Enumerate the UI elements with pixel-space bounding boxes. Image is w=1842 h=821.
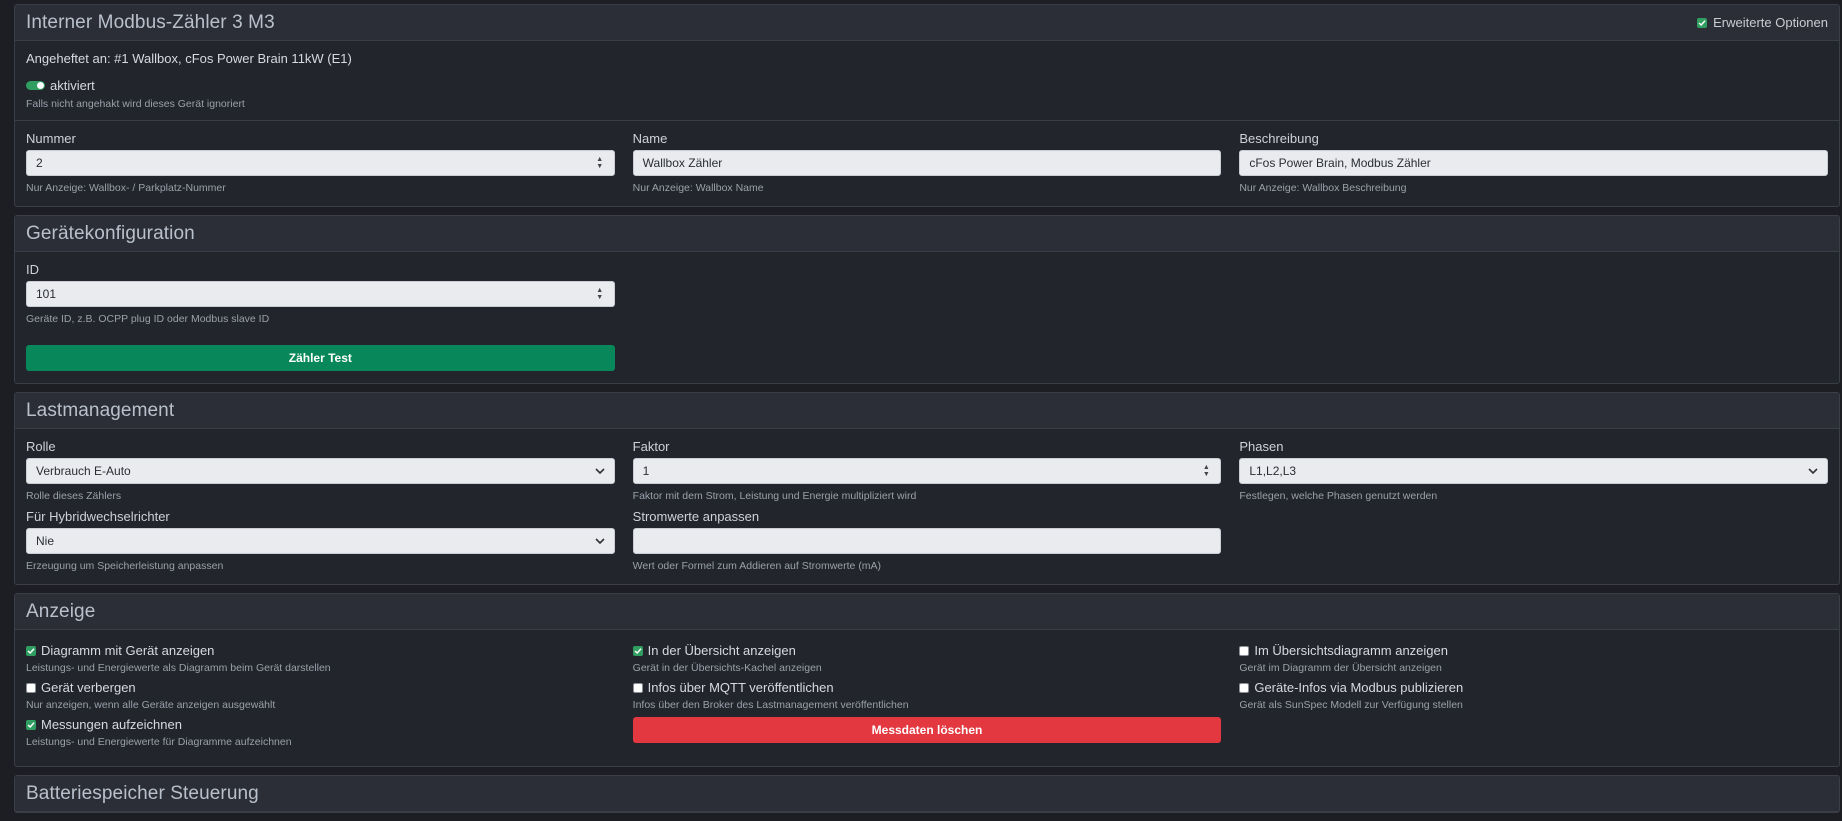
description-label: Beschreibung: [1239, 131, 1319, 146]
mqtt-checkbox[interactable]: [632, 682, 643, 693]
name-label: Name: [632, 131, 668, 146]
record-option[interactable]: Messungen aufzeichnen: [26, 717, 615, 732]
role-value: Verbrauch E-Auto: [36, 464, 131, 478]
hide-option-label: Gerät verbergen: [41, 680, 136, 695]
overview-option-label: In der Übersicht anzeigen: [647, 643, 796, 658]
enabled-switch-row[interactable]: aktiviert: [26, 78, 1828, 93]
battery-title: Batteriespeicher Steuerung: [26, 782, 259, 804]
record-option-label: Messungen aufzeichnen: [41, 717, 182, 732]
modbus-option[interactable]: Geräte-Infos via Modbus publizieren: [1239, 680, 1828, 695]
number-input[interactable]: 2 ▲ ▼: [26, 150, 615, 176]
overview-chart-checkbox[interactable]: [1239, 645, 1250, 656]
chevron-down-icon: [595, 538, 605, 544]
number-label: Nummer: [26, 131, 76, 146]
id-label: ID: [26, 262, 39, 277]
chart-option[interactable]: Diagramm mit Gerät anzeigen: [26, 643, 615, 658]
overview-option-hint: Gerät in der Übersichts-Kachel anzeigen: [632, 662, 822, 674]
load-title: Lastmanagement: [26, 399, 175, 421]
config-card-header: Gerätekonfiguration: [15, 216, 1839, 252]
modbus-checkbox[interactable]: [1239, 682, 1250, 693]
phases-select[interactable]: L1,L2,L3: [1239, 458, 1829, 484]
mqtt-option[interactable]: Infos über MQTT veröffentlichen: [632, 680, 1222, 695]
config-card: Gerätekonfiguration ID 101 ▲ ▼ Geräte ID,…: [14, 215, 1840, 384]
hybrid-value: Nie: [36, 534, 55, 548]
role-hint: Rolle dieses Zählers: [26, 490, 122, 502]
meter-test-button[interactable]: Zähler Test: [26, 345, 615, 371]
overview-chart-option-hint: Gerät im Diagramm der Übersicht anzeigen: [1239, 662, 1442, 674]
phases-label: Phasen: [1239, 439, 1284, 454]
factor-value: 1: [642, 464, 650, 478]
current-adjust-input[interactable]: [632, 528, 1222, 554]
display-card-header: Anzeige: [15, 594, 1839, 630]
phases-value: L1,L2,L3: [1249, 464, 1297, 478]
load-card: Lastmanagement Rolle Verbrauch E-Auto Ro…: [14, 392, 1840, 585]
divider: [15, 120, 1839, 121]
advanced-options-checkbox[interactable]: [1697, 17, 1708, 28]
factor-input[interactable]: 1 ▲ ▼: [632, 458, 1222, 484]
overview-chart-option[interactable]: Im Übersichtsdiagramm anzeigen: [1239, 643, 1828, 658]
display-card: Anzeige Diagramm mit Gerät anzeigen Leis…: [14, 593, 1840, 767]
advanced-options-toggle[interactable]: Erweiterte Optionen: [1697, 15, 1828, 30]
mqtt-option-label: Infos über MQTT veröffentlichen: [647, 680, 834, 695]
overview-checkbox[interactable]: [632, 645, 643, 656]
chart-option-label: Diagramm mit Gerät anzeigen: [41, 643, 215, 658]
phases-hint: Festlegen, welche Phasen genutzt werden: [1239, 490, 1438, 502]
id-input[interactable]: 101 ▲ ▼: [26, 281, 615, 307]
chevron-down-icon: [1808, 468, 1818, 474]
modbus-option-hint: Gerät als SunSpec Modell zur Verfügung s…: [1239, 699, 1463, 711]
advanced-options-label: Erweiterte Optionen: [1713, 15, 1828, 30]
role-label: Rolle: [26, 439, 56, 454]
display-title: Anzeige: [26, 600, 96, 622]
factor-label: Faktor: [632, 439, 670, 454]
number-value: 2: [36, 156, 43, 170]
current-adjust-label: Stromwerte anpassen: [632, 509, 760, 524]
enabled-label: aktiviert: [50, 78, 95, 93]
id-hint: Geräte ID, z.B. OCPP plug ID oder Modbus…: [26, 313, 270, 325]
hybrid-label: Für Hybridwechselrichter: [26, 509, 170, 524]
battery-card: Batteriespeicher Steuerung: [14, 775, 1840, 813]
device-title: Interner Modbus-Zähler 3 M3: [26, 11, 275, 33]
name-input[interactable]: Wallbox Zähler: [632, 150, 1222, 176]
hide-option[interactable]: Gerät verbergen: [26, 680, 615, 695]
chevron-down-icon: [595, 468, 605, 474]
modbus-option-label: Geräte-Infos via Modbus publizieren: [1254, 680, 1464, 695]
hybrid-hint: Erzeugung um Speicherleistung anpassen: [26, 560, 224, 572]
chart-option-hint: Leistungs- und Energiewerte als Diagramm…: [26, 662, 331, 674]
number-stepper[interactable]: ▲ ▼: [595, 154, 605, 172]
description-input[interactable]: cFos Power Brain, Modbus Zähler: [1239, 150, 1829, 176]
factor-stepper[interactable]: ▲ ▼: [1201, 462, 1211, 480]
name-hint: Nur Anzeige: Wallbox Name: [632, 182, 764, 194]
attached-info: Angeheftet an: #1 Wallbox, cFos Power Br…: [26, 51, 352, 66]
load-card-header: Lastmanagement: [15, 393, 1839, 429]
hybrid-select[interactable]: Nie: [26, 528, 615, 554]
role-select[interactable]: Verbrauch E-Auto: [26, 458, 615, 484]
hide-option-hint: Nur anzeigen, wenn alle Geräte anzeigen …: [26, 699, 276, 711]
name-value: Wallbox Zähler: [642, 156, 723, 170]
delete-measurements-button[interactable]: Messdaten löschen: [632, 717, 1222, 743]
overview-option[interactable]: In der Übersicht anzeigen: [632, 643, 1222, 658]
description-value: cFos Power Brain, Modbus Zähler: [1249, 156, 1431, 170]
factor-hint: Faktor mit dem Strom, Leistung und Energ…: [632, 490, 917, 502]
device-card: Interner Modbus-Zähler 3 M3 Erweiterte O…: [14, 4, 1840, 207]
config-title: Gerätekonfiguration: [26, 222, 195, 244]
hide-checkbox[interactable]: [26, 682, 36, 693]
record-option-hint: Leistungs- und Energiewerte für Diagramm…: [26, 736, 292, 748]
enabled-hint: Falls nicht angehakt wird dieses Gerät i…: [26, 98, 245, 110]
description-hint: Nur Anzeige: Wallbox Beschreibung: [1239, 182, 1407, 194]
number-hint: Nur Anzeige: Wallbox- / Parkplatz-Nummer: [26, 182, 226, 194]
overview-chart-option-label: Im Übersichtsdiagramm anzeigen: [1254, 643, 1448, 658]
record-checkbox[interactable]: [26, 719, 36, 730]
device-card-header: Interner Modbus-Zähler 3 M3 Erweiterte O…: [15, 5, 1839, 41]
enabled-switch[interactable]: [26, 81, 45, 90]
current-adjust-hint: Wert oder Formel zum Addieren auf Stromw…: [632, 560, 882, 572]
id-value: 101: [36, 287, 57, 301]
chart-checkbox[interactable]: [26, 645, 36, 656]
battery-card-header: Batteriespeicher Steuerung: [15, 776, 1839, 812]
id-stepper[interactable]: ▲ ▼: [595, 285, 605, 303]
mqtt-option-hint: Infos über den Broker des Lastmanagement…: [632, 699, 909, 711]
